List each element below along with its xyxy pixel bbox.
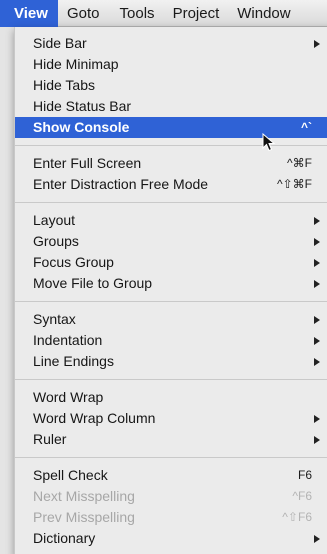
menu-item-label: Enter Full Screen <box>33 155 142 171</box>
menu-item-label: Enter Distraction Free Mode <box>33 176 209 192</box>
menu-item-indentation[interactable]: Indentation <box>15 330 327 351</box>
menu-item-move-file-to-group[interactable]: Move File to Group <box>15 273 327 294</box>
menu-item-hide-minimap[interactable]: Hide Minimap <box>15 54 327 75</box>
menu-item-shortcut: F6 <box>297 468 312 482</box>
menu-item-label: Focus Group <box>33 254 114 270</box>
menu-item-label: Groups <box>33 233 79 249</box>
menubar-window[interactable]: Window <box>237 0 290 27</box>
submenu-arrow-icon <box>314 358 320 366</box>
menu-item-label: Prev Misspelling <box>33 509 135 525</box>
menu-item-show-console[interactable]: Show Console ^` <box>15 117 327 138</box>
submenu-arrow-icon <box>314 436 320 444</box>
menubar-goto[interactable]: Goto <box>67 0 100 27</box>
submenu-arrow-icon <box>314 535 320 543</box>
menu-item-shortcut: ^F6 <box>292 489 312 503</box>
menu-separator <box>15 145 327 146</box>
menu-item-label: Side Bar <box>33 35 87 51</box>
menu-item-syntax[interactable]: Syntax <box>15 309 327 330</box>
menu-item-label: Word Wrap Column <box>33 410 156 426</box>
menu-item-label: Hide Status Bar <box>33 98 132 114</box>
menu-item-label: Hide Minimap <box>33 56 119 72</box>
menu-separator <box>15 301 327 302</box>
menu-separator <box>15 202 327 203</box>
menu-separator <box>15 457 327 458</box>
menu-bar: View Goto Tools Project Window <box>0 0 327 27</box>
menu-item-line-endings[interactable]: Line Endings <box>15 351 327 372</box>
menu-item-word-wrap[interactable]: Word Wrap <box>15 387 327 408</box>
submenu-arrow-icon <box>314 415 320 423</box>
menu-item-label: Show Console <box>33 119 130 135</box>
mouse-pointer-icon <box>262 133 276 152</box>
menu-item-enter-full-screen[interactable]: Enter Full Screen ^⌘F <box>15 153 327 174</box>
menu-separator <box>15 379 327 380</box>
menu-item-word-wrap-column[interactable]: Word Wrap Column <box>15 408 327 429</box>
menu-item-label: Dictionary <box>33 530 96 546</box>
menu-item-next-misspelling: Next Misspelling ^F6 <box>15 486 327 507</box>
menu-item-layout[interactable]: Layout <box>15 210 327 231</box>
menu-item-dictionary[interactable]: Dictionary <box>15 528 327 549</box>
menu-item-label: Move File to Group <box>33 275 153 291</box>
menu-item-label: Syntax <box>33 311 76 327</box>
menu-item-shortcut: ^` <box>300 120 312 134</box>
menu-item-enter-distraction-free-mode[interactable]: Enter Distraction Free Mode ^⇧⌘F <box>15 174 327 195</box>
menu-item-label: Next Misspelling <box>33 488 135 504</box>
menubar-view[interactable]: View <box>0 0 58 27</box>
submenu-arrow-icon <box>314 217 320 225</box>
menu-item-label: Word Wrap <box>33 389 104 405</box>
menu-item-label: Ruler <box>33 431 67 447</box>
submenu-arrow-icon <box>314 316 320 324</box>
menu-item-shortcut: ^⇧⌘F <box>276 177 312 191</box>
menu-item-label: Hide Tabs <box>33 77 96 93</box>
menu-item-spell-check[interactable]: Spell Check F6 <box>15 465 327 486</box>
menu-item-label: Layout <box>33 212 76 228</box>
submenu-arrow-icon <box>314 238 320 246</box>
submenu-arrow-icon <box>314 259 320 267</box>
submenu-arrow-icon <box>314 280 320 288</box>
menu-item-prev-misspelling: Prev Misspelling ^⇧F6 <box>15 507 327 528</box>
menu-item-shortcut: ^⇧F6 <box>282 510 312 524</box>
screen: View Goto Tools Project Window Side Bar … <box>0 0 327 554</box>
view-menu: Side Bar Hide Minimap Hide Tabs Hide Sta… <box>14 27 327 554</box>
menu-item-label: Line Endings <box>33 353 114 369</box>
submenu-arrow-icon <box>314 337 320 345</box>
menubar-project[interactable]: Project <box>173 0 220 27</box>
menu-item-shortcut: ^⌘F <box>287 156 312 170</box>
menu-item-ruler[interactable]: Ruler <box>15 429 327 450</box>
submenu-arrow-icon <box>314 40 320 48</box>
menu-item-groups[interactable]: Groups <box>15 231 327 252</box>
menu-item-focus-group[interactable]: Focus Group <box>15 252 327 273</box>
menu-item-side-bar[interactable]: Side Bar <box>15 33 327 54</box>
menu-item-label: Spell Check <box>33 467 108 483</box>
menu-item-hide-tabs[interactable]: Hide Tabs <box>15 75 327 96</box>
menubar-tools[interactable]: Tools <box>120 0 155 27</box>
menu-item-hide-status-bar[interactable]: Hide Status Bar <box>15 96 327 117</box>
menu-item-label: Indentation <box>33 332 103 348</box>
